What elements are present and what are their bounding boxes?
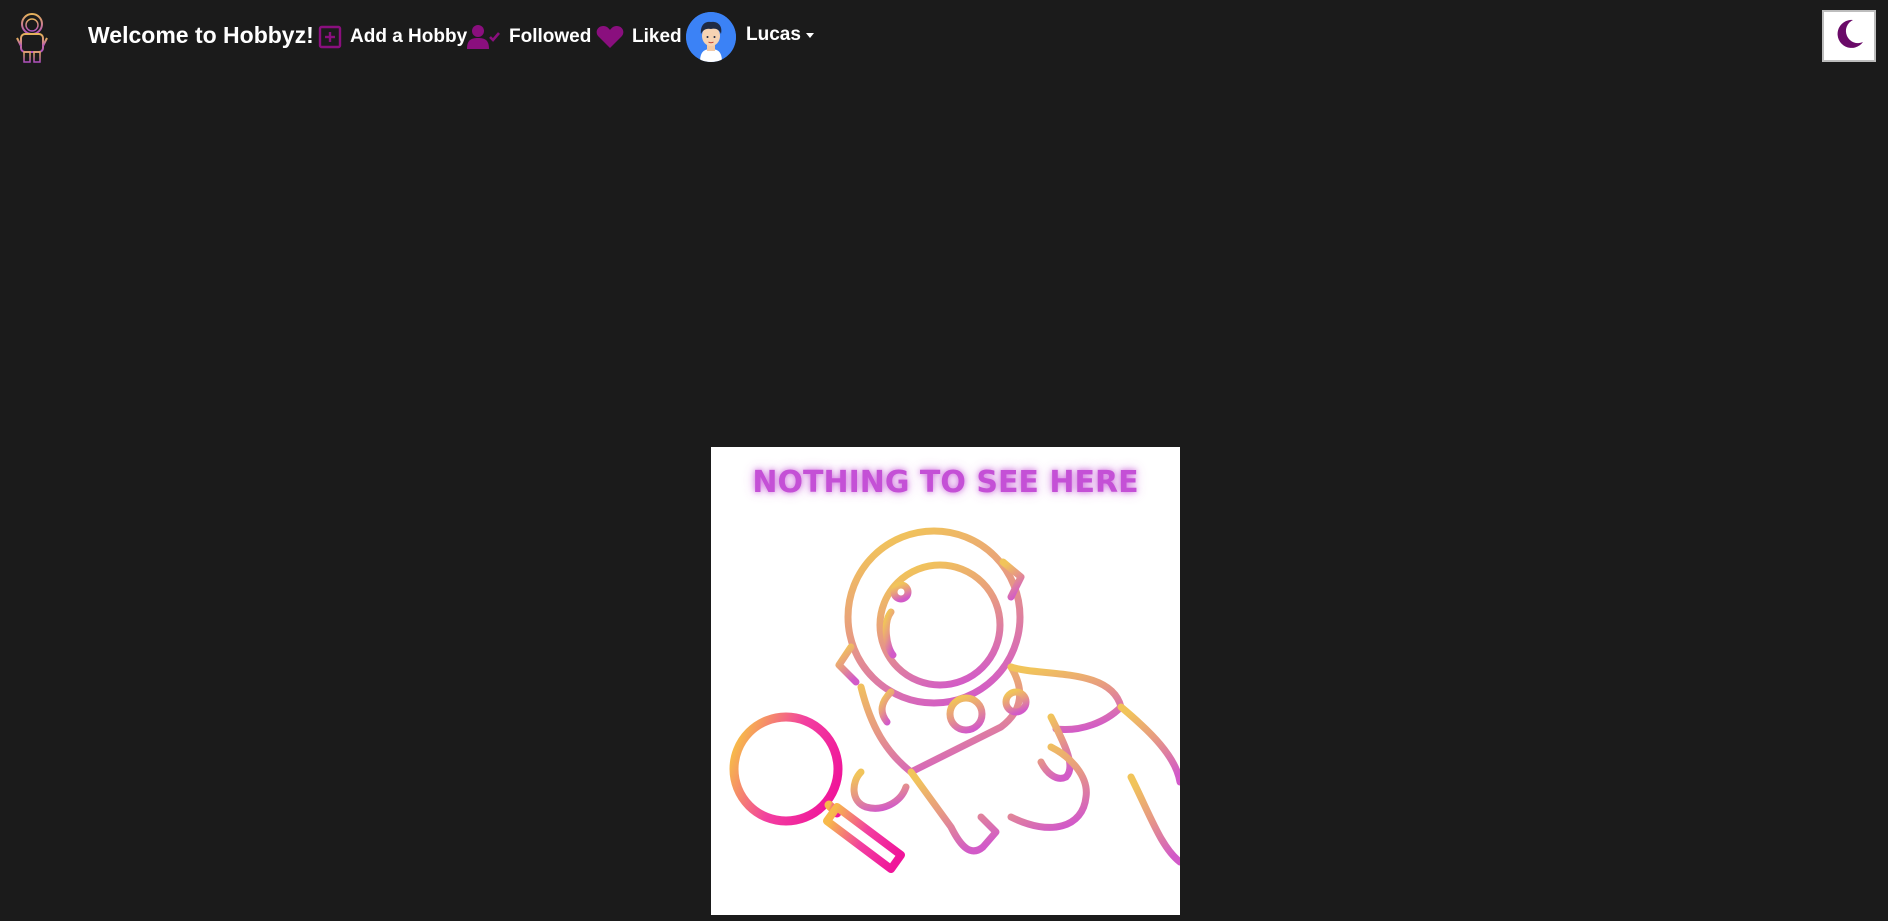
nav-add-hobby-label: Add a Hobby [350,26,468,47]
heart-icon [596,25,624,49]
navbar: Welcome to Hobbyz! Add a Hobby Followed [0,0,1888,74]
empty-state-title: NOTHING TO SEE HERE [752,465,1139,500]
caret-down-icon [805,32,814,38]
user-menu-dropdown[interactable]: Lucas [746,24,814,46]
nav-liked[interactable]: Liked [596,22,682,52]
astronaut-logo-icon[interactable] [12,10,52,66]
nav-add-hobby[interactable]: Add a Hobby [318,22,467,52]
brand-title[interactable]: Welcome to Hobbyz! [88,22,314,49]
theme-toggle-button[interactable] [1822,10,1876,62]
nav-followed[interactable]: Followed [467,22,591,52]
user-check-icon [467,24,501,50]
empty-state-card: NOTHING TO SEE HERE [711,447,1180,915]
user-avatar[interactable] [686,12,736,62]
user-name: Lucas [746,24,801,45]
plus-square-icon [318,25,342,49]
astronaut-magnifier-illustration [711,517,1180,915]
nav-liked-label: Liked [632,26,682,47]
moon-icon [1833,18,1865,55]
nav-followed-label: Followed [509,26,592,47]
